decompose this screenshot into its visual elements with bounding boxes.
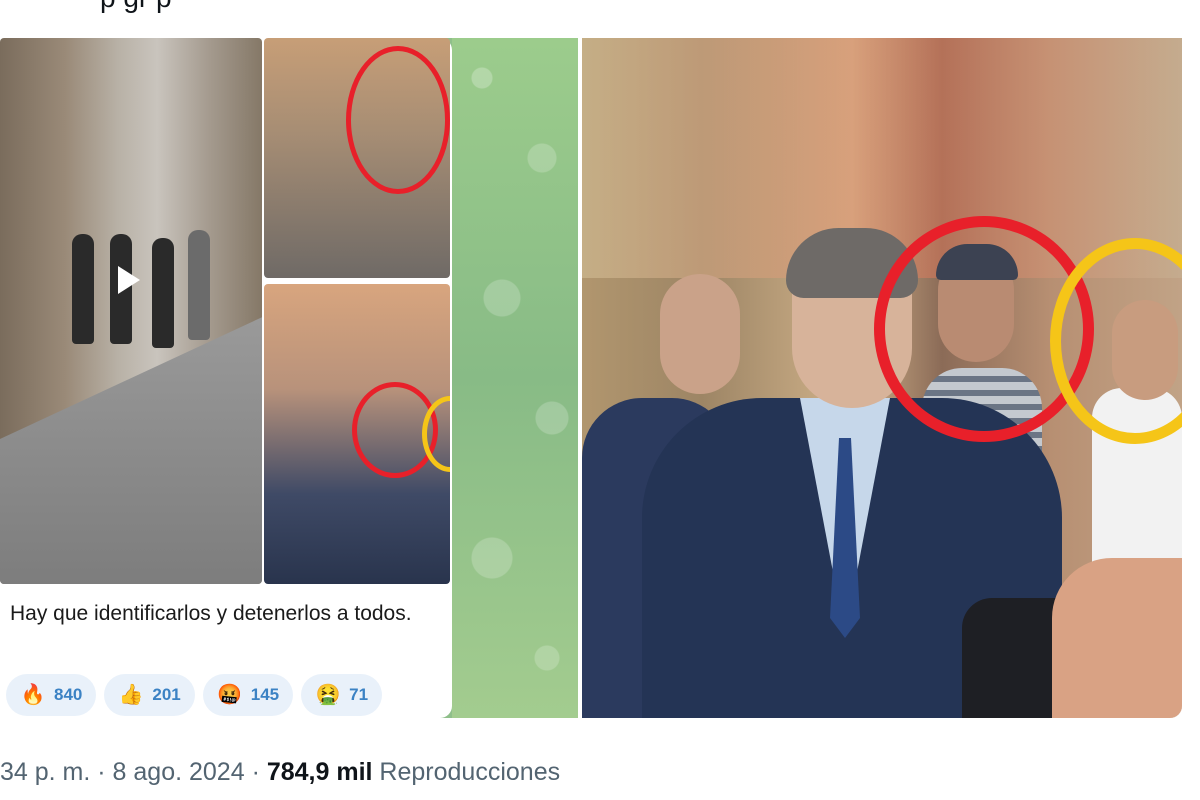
telegram-screenshot[interactable]: Hay que identificarlos y detenerlos a to… bbox=[0, 38, 578, 718]
tweet-metadata: 34 p. m. · 8 ago. 2024 · 784,9 mil Repro… bbox=[0, 758, 560, 787]
red-circle-highlight bbox=[346, 46, 450, 194]
view-count: 784,9 mil bbox=[266, 758, 373, 786]
foreground-arm bbox=[1052, 558, 1182, 718]
tweet-text-fragment: p gr p bbox=[0, 0, 1200, 30]
views-label: Reproducciones bbox=[372, 758, 561, 786]
walking-person bbox=[188, 230, 210, 340]
chat-background-pattern bbox=[452, 38, 578, 718]
walking-person bbox=[72, 234, 94, 344]
reaction-count: 201 bbox=[152, 685, 181, 704]
reaction-fire[interactable]: 🔥 840 bbox=[6, 674, 97, 716]
fire-icon: 🔥 bbox=[20, 684, 46, 706]
thumbs-up-icon: 👍 bbox=[118, 684, 144, 706]
tweet-text-partial: p gr p bbox=[100, 0, 172, 14]
reaction-angry[interactable]: 🤬 145 bbox=[202, 674, 294, 716]
separator: · bbox=[90, 758, 113, 786]
photo-thumbnail-1[interactable] bbox=[264, 38, 450, 278]
photo-thumbnail-2[interactable] bbox=[264, 284, 450, 584]
tweet-date[interactable]: 8 ago. 2024 bbox=[113, 758, 245, 786]
person-left-head bbox=[660, 274, 740, 394]
reaction-vomit[interactable]: 🤮 71 bbox=[301, 674, 383, 716]
walking-person bbox=[152, 238, 174, 348]
zoomed-photo[interactable] bbox=[582, 38, 1182, 718]
play-icon[interactable] bbox=[118, 266, 140, 294]
separator: · bbox=[244, 758, 267, 786]
reaction-thumbs-up[interactable]: 👍 201 bbox=[104, 674, 195, 716]
message-caption: Hay que identificarlos y detenerlos a to… bbox=[10, 602, 412, 625]
reaction-count: 71 bbox=[349, 685, 369, 704]
reactions-bar: 🔥 840 👍 201 🤬 145 🤮 71 bbox=[6, 674, 383, 716]
tweet-time[interactable]: 34 p. m. bbox=[0, 758, 90, 786]
message-bubble: Hay que identificarlos y detenerlos a to… bbox=[0, 38, 452, 718]
reaction-count: 840 bbox=[54, 685, 83, 704]
reaction-count: 145 bbox=[250, 685, 280, 704]
angry-face-icon: 🤬 bbox=[217, 684, 243, 706]
vomit-face-icon: 🤮 bbox=[315, 684, 341, 706]
video-thumbnail[interactable] bbox=[0, 38, 262, 584]
